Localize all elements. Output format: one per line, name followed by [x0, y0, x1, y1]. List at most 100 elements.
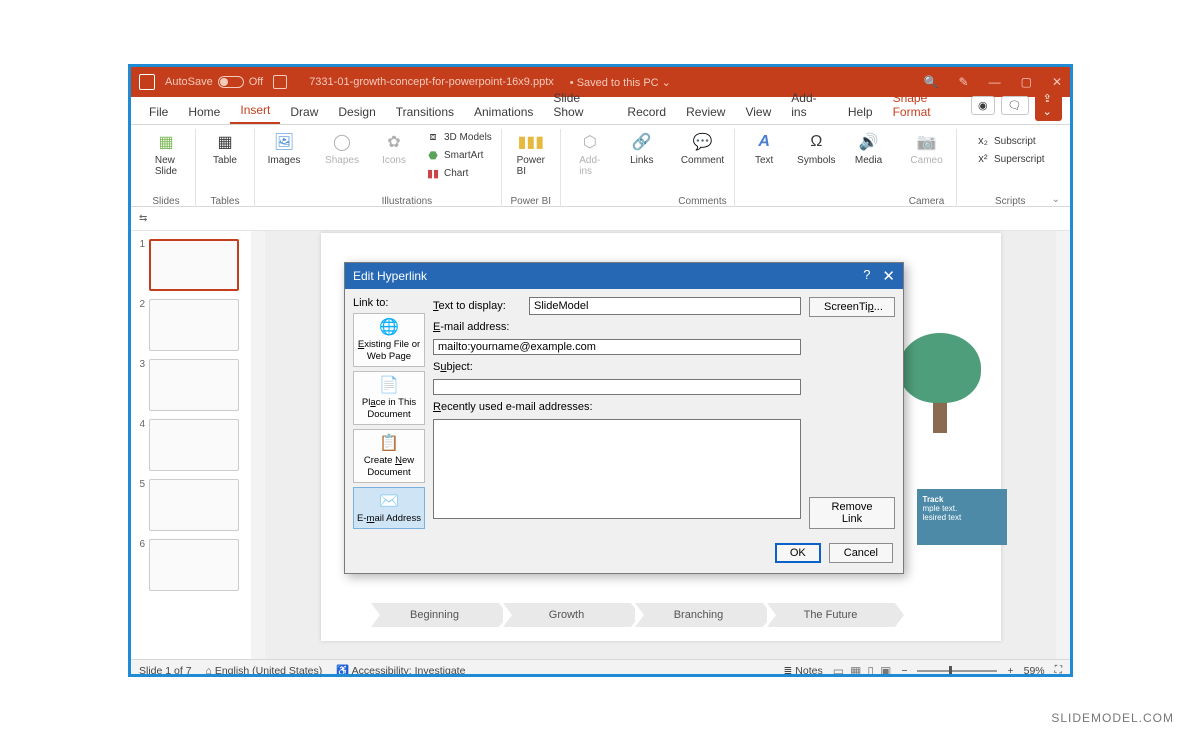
dialog-help-icon[interactable]: ?: [863, 267, 870, 285]
maximize-button[interactable]: ▢: [1021, 75, 1032, 89]
linkto-email[interactable]: ✉️E-mail Address: [353, 487, 425, 530]
canvas-scrollbar[interactable]: [1056, 231, 1070, 659]
tab-insert[interactable]: Insert: [230, 97, 280, 124]
tab-transitions[interactable]: Transitions: [386, 99, 464, 124]
thumbnail-panel[interactable]: 1 2 3 4 5 6: [131, 231, 251, 659]
zoom-percent[interactable]: 59%: [1024, 665, 1045, 677]
screentip-button[interactable]: ScreenTip...: [809, 297, 895, 317]
normal-view-icon[interactable]: ▭: [833, 664, 844, 678]
ribbon: ▦New Slide Slides ▦Table Tables 🖼Images …: [131, 125, 1070, 207]
tab-design[interactable]: Design: [328, 99, 385, 124]
shapes-icon: ◯: [331, 131, 353, 153]
3d-models-button[interactable]: ⧈3D Models: [425, 129, 493, 145]
subject-input[interactable]: [433, 379, 801, 395]
document-icon: 📄: [356, 376, 422, 395]
notes-toggle[interactable]: ≣ Notes: [784, 665, 823, 677]
ribbon-collapse-icon[interactable]: ⌄: [1052, 194, 1060, 205]
slide-thumb-4[interactable]: [149, 419, 239, 471]
zoom-in-icon[interactable]: +: [1007, 665, 1013, 677]
slide-thumb-3[interactable]: [149, 359, 239, 411]
links-button[interactable]: 🔗Links: [621, 129, 663, 168]
slide-thumb-6[interactable]: [149, 539, 239, 591]
subject-label: Subject:: [433, 361, 801, 373]
remove-link-button[interactable]: Remove Link: [809, 497, 895, 529]
tab-draw[interactable]: Draw: [280, 99, 328, 124]
email-icon: ✉️: [356, 492, 422, 511]
tab-slideshow[interactable]: Slide Show: [543, 85, 617, 124]
slide-position[interactable]: Slide 1 of 7: [139, 665, 192, 677]
linkto-create-new[interactable]: 📋Create New Document: [353, 429, 425, 483]
arrow-beginning[interactable]: Beginning: [371, 603, 499, 627]
thumb-scrollbar[interactable]: [251, 231, 265, 659]
ok-button[interactable]: OK: [775, 543, 821, 563]
share-button[interactable]: ⇪ ⌄: [1035, 89, 1062, 121]
symbols-button[interactable]: ΩSymbols: [795, 129, 837, 168]
cancel-button[interactable]: Cancel: [829, 543, 893, 563]
dialog-titlebar[interactable]: Edit Hyperlink ? ✕: [345, 263, 903, 289]
tab-record[interactable]: Record: [617, 99, 676, 124]
recent-emails-list[interactable]: [433, 419, 801, 519]
subscript-icon: x₂: [976, 134, 990, 148]
chart-icon: ▮▮: [426, 166, 440, 180]
tab-shapeformat[interactable]: Shape Format: [883, 85, 971, 124]
arrow-growth[interactable]: Growth: [503, 603, 631, 627]
autosave-label: AutoSave: [165, 76, 213, 88]
fit-window-icon[interactable]: ⛶: [1055, 664, 1062, 677]
zoom-out-icon[interactable]: −: [901, 665, 907, 677]
images-button[interactable]: 🖼Images: [263, 129, 305, 168]
cameo-button[interactable]: 📷Cameo: [906, 129, 948, 168]
group-tables: Tables: [211, 196, 240, 207]
tab-addins[interactable]: Add-ins: [781, 85, 838, 124]
email-address-input[interactable]: [433, 339, 801, 355]
new-slide-button[interactable]: ▦New Slide: [145, 129, 187, 179]
arrow-future[interactable]: The Future: [767, 603, 895, 627]
arrow-branching[interactable]: Branching: [635, 603, 763, 627]
tab-file[interactable]: File: [139, 99, 178, 124]
chart-button[interactable]: ▮▮Chart: [425, 165, 493, 181]
table-button[interactable]: ▦Table: [204, 129, 246, 168]
present-button[interactable]: 🗨: [1001, 96, 1029, 115]
slide-thumb-2[interactable]: [149, 299, 239, 351]
tab-animations[interactable]: Animations: [464, 99, 543, 124]
tab-help[interactable]: Help: [838, 99, 883, 124]
subscript-button[interactable]: x₂Subscript: [975, 133, 1046, 149]
linkto-place-in-doc[interactable]: 📄Place in This Document: [353, 371, 425, 425]
addins-button[interactable]: ⬡Add- ins: [569, 129, 611, 179]
slideshow-view-icon[interactable]: ▣: [880, 664, 891, 678]
slide-thumb-5[interactable]: [149, 479, 239, 531]
text-to-display-label: Text to display:: [433, 300, 523, 312]
document-filename[interactable]: 7331-01-growth-concept-for-powerpoint-16…: [309, 76, 554, 88]
tab-home[interactable]: Home: [178, 99, 230, 124]
language-status[interactable]: ⌂ English (United States): [206, 665, 323, 677]
tab-review[interactable]: Review: [676, 99, 735, 124]
addins-icon: ⬡: [579, 131, 601, 153]
smartart-button[interactable]: ⬣SmartArt: [425, 147, 493, 163]
record-button[interactable]: ◉: [971, 96, 995, 115]
autosave-toggle[interactable]: AutoSave Off: [165, 76, 263, 88]
media-button[interactable]: 🔊Media: [848, 129, 890, 168]
accessibility-status[interactable]: ♿ Accessibility: Investigate: [336, 664, 465, 677]
icons-button[interactable]: ✿Icons: [373, 129, 415, 168]
superscript-button[interactable]: x²Superscript: [975, 151, 1046, 167]
powerbi-button[interactable]: ▮▮▮Power BI: [510, 129, 552, 179]
comment-button[interactable]: 💬Comment: [679, 129, 726, 168]
reading-view-icon[interactable]: ▯: [867, 664, 874, 678]
close-button[interactable]: ✕: [1052, 75, 1062, 89]
qat-customize-icon[interactable]: ⇆: [139, 213, 147, 224]
tree-graphic: [895, 333, 985, 433]
linkto-existing-file[interactable]: 🌐Existing File or Web Page: [353, 313, 425, 367]
save-icon[interactable]: [273, 75, 287, 89]
sorter-view-icon[interactable]: ▦: [850, 664, 861, 678]
text-button[interactable]: AText: [743, 129, 785, 168]
dialog-close-icon[interactable]: ✕: [882, 267, 895, 285]
shapes-button[interactable]: ◯Shapes: [321, 129, 363, 168]
slide-thumb-1[interactable]: [149, 239, 239, 291]
zoom-slider[interactable]: [917, 670, 997, 672]
text-to-display-input[interactable]: [529, 297, 801, 315]
minimize-button[interactable]: —: [989, 75, 1001, 89]
group-slides: Slides: [152, 196, 179, 207]
smartart-icon: ⬣: [426, 148, 440, 162]
toggle-switch-icon[interactable]: [218, 76, 244, 88]
comment-icon: 💬: [691, 131, 713, 153]
tab-view[interactable]: View: [735, 99, 781, 124]
